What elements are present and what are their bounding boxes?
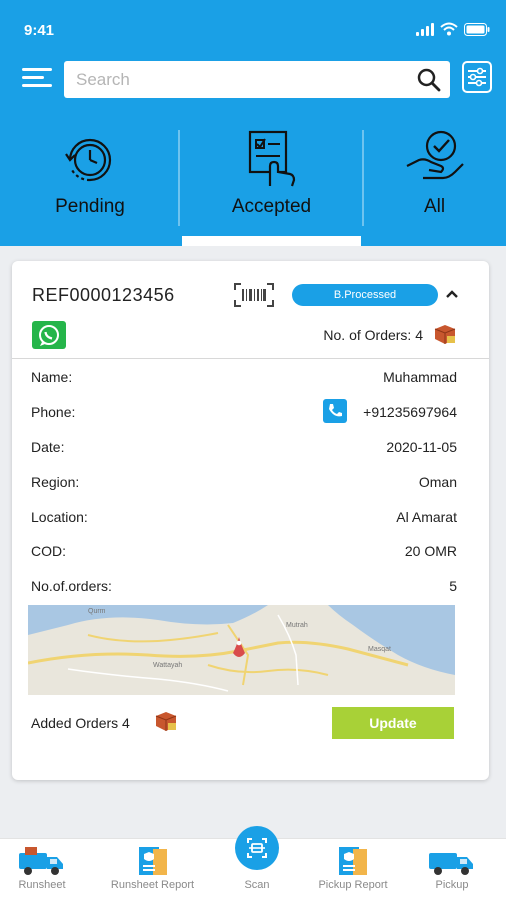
search-icon[interactable] xyxy=(416,67,442,93)
nav-scan-label: Scan xyxy=(244,879,270,891)
location-map[interactable]: Qurm Mutrah Masqat Wattayah xyxy=(28,605,455,695)
name-value: Muhammad xyxy=(383,369,457,385)
orders-value: 5 xyxy=(449,578,457,594)
status-badge: B.Processed xyxy=(292,284,438,306)
truck-icon xyxy=(429,853,473,875)
scan-button[interactable] xyxy=(235,826,279,870)
field-row: Name: Muhammad xyxy=(31,369,457,385)
truck-icon xyxy=(19,847,63,875)
nav-runsheet[interactable]: Runsheet xyxy=(0,839,84,900)
map-label: Qurm xyxy=(88,608,106,615)
package-icon xyxy=(155,712,177,731)
added-orders: Added Orders 4 xyxy=(31,715,130,731)
card-divider xyxy=(12,358,489,359)
clock-icon xyxy=(65,138,112,182)
nav-runsheet-report[interactable]: Runsheet Report xyxy=(100,839,205,900)
phone-icon[interactable] xyxy=(323,399,347,423)
scan-icon xyxy=(247,838,267,858)
date-value: 2020-11-05 xyxy=(386,439,457,455)
barcode-icon[interactable] xyxy=(233,282,275,308)
signal-icon xyxy=(416,22,434,36)
phone-value[interactable]: +91235697964 xyxy=(363,404,457,420)
nav-runsheet-label: Runsheet xyxy=(18,879,66,891)
tab-accepted[interactable]: Accepted xyxy=(182,128,361,246)
tab-accepted-label: Accepted xyxy=(231,196,312,217)
nav-runsheet-report-label: Runsheet Report xyxy=(110,879,195,891)
orders-count: No. of Orders: 4 xyxy=(323,327,423,343)
sliders-icon xyxy=(468,67,486,87)
map-label: Masqat xyxy=(368,646,391,653)
field-row: Region: Oman xyxy=(31,474,457,490)
region-value: Oman xyxy=(418,474,457,490)
cod-value: 20 OMR xyxy=(404,543,457,559)
report-icon xyxy=(138,847,167,875)
report-icon xyxy=(339,847,367,875)
tab-divider xyxy=(362,130,364,226)
order-ref: REF0000123456 xyxy=(32,285,175,305)
menu-icon[interactable] xyxy=(22,68,52,88)
tab-pending[interactable]: Pending xyxy=(0,128,180,246)
field-row: COD: 20 OMR xyxy=(31,543,457,559)
battery-icon xyxy=(464,22,490,36)
map-label: Wattayah xyxy=(153,662,182,669)
update-button[interactable]: Update xyxy=(332,707,454,739)
nav-pickup[interactable]: Pickup xyxy=(416,839,488,900)
field-row: Date: 2020-11-05 xyxy=(31,439,457,455)
hand-check-icon xyxy=(406,130,464,180)
tab-all-label: All xyxy=(423,196,446,217)
status-tabs: Pending Accepted All xyxy=(0,128,506,246)
nav-pickup-report[interactable]: Pickup Report xyxy=(305,839,401,900)
search-bar xyxy=(64,61,450,98)
nav-pickup-label: Pickup xyxy=(435,879,469,891)
location-value: Al Amarat xyxy=(396,509,457,525)
wifi-icon xyxy=(440,22,458,36)
app-header: 9:41 Search Pending Accepted All xyxy=(0,0,506,246)
chevron-up-icon[interactable] xyxy=(444,286,460,302)
tab-all[interactable]: All xyxy=(363,128,506,246)
field-row: Phone: +91235697964 xyxy=(31,399,457,426)
tab-divider xyxy=(178,130,180,226)
map-label: Mutrah xyxy=(286,622,308,629)
whatsapp-icon[interactable] xyxy=(32,321,66,349)
filter-button[interactable] xyxy=(462,61,492,93)
order-card: REF0000123456 B.Processed No. of Orders:… xyxy=(12,261,489,780)
nav-pickup-report-label: Pickup Report xyxy=(318,879,388,891)
tab-pending-label: Pending xyxy=(55,196,125,217)
status-bar: 9:41 xyxy=(0,0,506,50)
system-icons xyxy=(416,22,490,36)
clipboard-hand-icon xyxy=(248,130,295,187)
package-icon xyxy=(434,325,456,344)
search-input[interactable] xyxy=(64,61,404,98)
active-tab-indicator xyxy=(182,236,361,246)
field-row: Location: Al Amarat xyxy=(31,509,457,525)
field-row: No.of.orders: 5 xyxy=(31,578,457,594)
status-time: 9:41 xyxy=(24,22,55,39)
